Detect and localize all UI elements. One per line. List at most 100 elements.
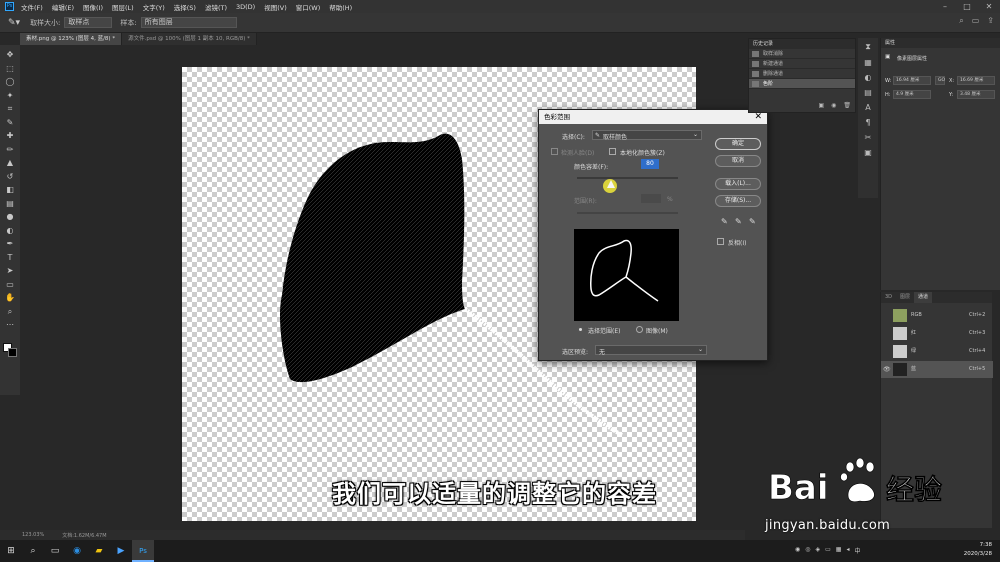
channel-row-rgb[interactable]: RGB Ctrl+2 <box>881 307 993 324</box>
eyedropper-icon[interactable]: ✎ <box>3 116 17 130</box>
pen-tool-icon[interactable]: ✒ <box>3 237 17 251</box>
channel-row-blue[interactable]: 👁 蓝 Ctrl+5 <box>881 361 993 378</box>
tools-icon[interactable]: ✂ <box>865 133 872 142</box>
maximize-icon[interactable]: □ <box>956 0 978 13</box>
photoshop-logo[interactable]: Ps <box>5 2 14 11</box>
tray-chat-icon[interactable]: ◎ <box>805 546 810 555</box>
info-icon[interactable]: ▣ <box>864 148 872 157</box>
menu-view[interactable]: 视图(V) <box>264 2 287 12</box>
new-document-icon[interactable]: ▣ <box>818 102 824 109</box>
visibility-eye-icon[interactable]: 👁 <box>883 361 891 378</box>
libraries-icon[interactable]: ▤ <box>864 88 872 97</box>
menu-3d[interactable]: 3D(D) <box>236 3 255 11</box>
eyedropper-tool-icon[interactable]: ✎▾ <box>8 18 20 28</box>
hand-tool-icon[interactable]: ✋ <box>3 291 17 305</box>
selection-preview[interactable] <box>574 229 679 321</box>
properties-tab[interactable]: 属性 <box>881 38 1000 48</box>
tray-app-icon[interactable]: ◉ <box>795 546 800 555</box>
fuzziness-slider[interactable] <box>577 177 678 179</box>
ime-indicator[interactable]: 中 <box>854 546 860 555</box>
healing-tool-icon[interactable]: ✚ <box>3 129 17 143</box>
radio-image[interactable] <box>636 326 643 333</box>
trash-icon[interactable]: 🗑 <box>843 102 851 109</box>
history-item-selected[interactable]: 色阶 <box>749 79 855 89</box>
background-color[interactable] <box>8 348 17 357</box>
eyedropper-subtract-icon[interactable]: ✎ <box>749 217 756 226</box>
history-item[interactable]: 删除通道 <box>749 69 855 79</box>
close-icon[interactable]: ✕ <box>978 0 1000 13</box>
link-toggle[interactable]: GO <box>935 76 945 85</box>
y-field[interactable]: 3.48 厘米 <box>957 90 995 99</box>
invert-checkbox[interactable] <box>717 238 724 245</box>
tray-network-icon[interactable]: ▦ <box>836 546 842 555</box>
browser-icon[interactable]: ◉ <box>66 540 88 562</box>
tab-channels[interactable]: 通道 <box>914 292 933 303</box>
marquee-tool-icon[interactable]: ⬚ <box>3 62 17 76</box>
workspace-icon[interactable]: ▭ <box>972 16 980 26</box>
width-field[interactable]: 16.94 厘米 <box>893 76 931 85</box>
tray-volume-icon[interactable]: ◂ <box>846 546 849 555</box>
eyedropper-add-icon[interactable]: ✎ <box>735 217 742 226</box>
sample-select[interactable]: 所有图层 <box>140 17 237 28</box>
stamp-tool-icon[interactable]: ▲ <box>3 156 17 170</box>
paragraph-icon[interactable]: ¶ <box>865 118 870 127</box>
dodge-tool-icon[interactable]: ◐ <box>3 224 17 238</box>
media-app-icon[interactable]: ▶ <box>110 540 132 562</box>
search-icon[interactable]: ⌕ <box>959 16 963 26</box>
eyedropper-sample-icon[interactable]: ✎ <box>721 217 728 226</box>
menu-layer[interactable]: 图层(L) <box>112 2 134 12</box>
selection-preview-dropdown[interactable]: 无 ⌄ <box>595 345 707 356</box>
type-tool-icon[interactable]: T <box>3 251 17 265</box>
save-button[interactable]: 存储(S)... <box>715 195 761 207</box>
character-icon[interactable]: A <box>865 103 870 112</box>
cancel-button[interactable]: 取消 <box>715 155 761 167</box>
snapshot-icon[interactable]: ◉ <box>831 102 836 109</box>
windows-start-icon[interactable]: ⊞ <box>0 540 22 562</box>
blur-tool-icon[interactable]: ● <box>3 210 17 224</box>
history-item[interactable]: 取样消除 <box>749 49 855 59</box>
menu-select[interactable]: 选择(S) <box>174 2 196 12</box>
swatches-icon[interactable]: ▦ <box>864 58 872 67</box>
crop-tool-icon[interactable]: ⌗ <box>3 102 17 116</box>
task-view-icon[interactable]: ▭ <box>44 540 66 562</box>
brush-tool-icon[interactable]: ✏ <box>3 143 17 157</box>
tray-battery-icon[interactable]: ▭ <box>825 546 831 555</box>
select-dropdown[interactable]: ✎ 取样颜色 ⌄ <box>592 130 702 141</box>
menu-image[interactable]: 图像(I) <box>83 2 103 12</box>
file-explorer-icon[interactable]: ▰ <box>88 540 110 562</box>
height-field[interactable]: 4.9 厘米 <box>893 90 931 99</box>
eraser-tool-icon[interactable]: ◧ <box>3 183 17 197</box>
search-icon[interactable]: ⌕ <box>22 540 44 562</box>
menu-file[interactable]: 文件(F) <box>21 2 43 12</box>
history-panel-icon[interactable]: ⧗ <box>865 42 871 52</box>
adjustments-icon[interactable]: ◐ <box>865 73 872 82</box>
tab-source[interactable]: 源文件.psd @ 100% (图层 1 副本 10, RGB/8) * <box>122 33 257 45</box>
x-field[interactable]: 16.69 厘米 <box>957 76 995 85</box>
more-tools-icon[interactable]: ⋯ <box>3 318 17 332</box>
quick-select-tool-icon[interactable]: ✦ <box>3 89 17 103</box>
path-select-icon[interactable]: ➤ <box>3 264 17 278</box>
channel-row-green[interactable]: 绿 Ctrl+4 <box>881 343 993 360</box>
history-tab[interactable]: 历史记录 <box>749 39 855 49</box>
menu-edit[interactable]: 编辑(E) <box>52 2 74 12</box>
menu-filter[interactable]: 滤镜(T) <box>205 2 227 12</box>
channel-row-red[interactable]: 红 Ctrl+3 <box>881 325 993 342</box>
minimize-icon[interactable]: – <box>934 0 956 13</box>
tab-layers[interactable]: 图层 <box>896 292 914 303</box>
tray-shield-icon[interactable]: ◈ <box>816 546 821 555</box>
localized-checkbox[interactable] <box>609 148 616 155</box>
photoshop-taskbar-icon[interactable]: Ps <box>132 540 154 562</box>
dialog-titlebar[interactable]: 色彩范围 ✕ <box>539 110 767 124</box>
radio-selection[interactable] <box>577 326 584 333</box>
gradient-tool-icon[interactable]: ▤ <box>3 197 17 211</box>
shape-tool-icon[interactable]: ▭ <box>3 278 17 292</box>
zoom-level[interactable]: 123.03% <box>22 532 44 538</box>
taskbar-clock[interactable]: 7:38 2020/3/28 <box>964 541 992 559</box>
move-tool-icon[interactable]: ✥ <box>3 48 17 62</box>
tab-3d[interactable]: 3D <box>881 292 896 303</box>
detect-faces-checkbox[interactable] <box>551 148 558 155</box>
tab-material[interactable]: 素材.png @ 123% (图层 4, 蓝/8) * <box>20 33 123 45</box>
share-icon[interactable]: ⇪ <box>987 16 994 26</box>
fuzziness-input[interactable]: 80 <box>641 159 659 169</box>
lasso-tool-icon[interactable]: ◯ <box>3 75 17 89</box>
